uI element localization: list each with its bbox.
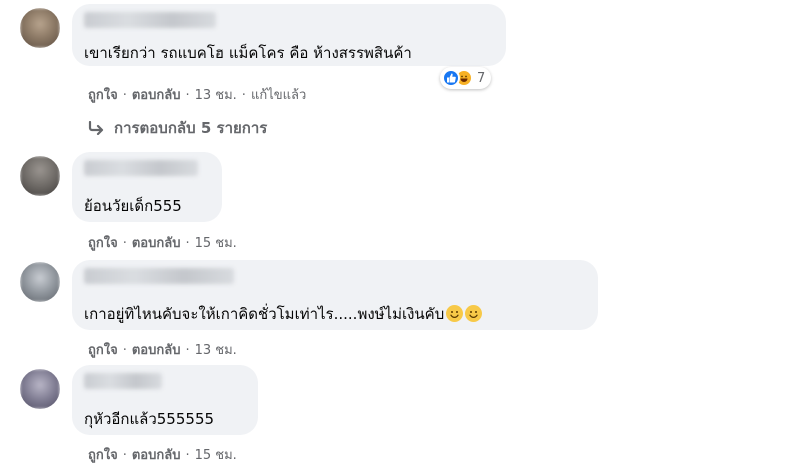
separator-dot: · [185,236,190,251]
reaction-count: 7 [477,70,486,86]
comments-section: เขาเรียกว่า รถแบคโฮ แม็คโคร คือ ห้างสรรพ… [0,0,800,464]
separator-dot: · [185,343,190,358]
timestamp[interactable]: 13 ชม. [195,343,237,358]
timestamp[interactable]: 15 ชม. [195,236,237,251]
separator-dot: · [122,448,127,463]
author-name-redacted[interactable] [84,160,198,176]
reply-link[interactable]: ตอบกลับ [132,88,181,103]
reply-link[interactable]: ตอบกลับ [132,236,181,251]
separator-dot: · [185,88,190,103]
reply-link[interactable]: ตอบกลับ [132,343,181,358]
reply-link[interactable]: ตอบกลับ [132,448,181,463]
like-link[interactable]: ถูกใจ [88,88,118,103]
edited-label: แก้ไขแล้ว [250,88,307,103]
like-link[interactable]: ถูกใจ [88,343,118,358]
comment-text: ย้อนวัยเด็ก555 [84,197,182,215]
separator-dot: · [241,88,246,103]
comment-actions: ถูกใจ · ตอบกลับ · 13 ชม. · แก้ไขแล้ว [88,84,306,105]
timestamp[interactable]: 15 ชม. [195,448,237,463]
comment-actions: ถูกใจ · ตอบกลับ · 13 ชม. [88,339,237,360]
avatar[interactable] [20,262,60,302]
comment-text: เกาอยู่ทิไหนคับจะให้เกาคิดชั่วโมเท่าไร..… [84,302,483,326]
comment-text: กุหัวอีกแล้ว555555 [84,410,215,428]
like-icon [442,69,460,87]
author-name-redacted[interactable] [84,268,234,284]
replies-label: การตอบกลับ 5 รายการ [114,119,268,137]
view-replies-link[interactable]: การตอบกลับ 5 รายการ [88,116,267,140]
comment-bubble: กุหัวอีกแล้ว555555 [72,365,258,435]
avatar[interactable] [20,156,60,196]
author-name-redacted[interactable] [84,12,216,28]
separator-dot: · [122,88,127,103]
comment-text: เขาเรียกว่า รถแบคโฮ แม็คโคร คือ ห้างสรรพ… [84,44,412,62]
comment-actions: ถูกใจ · ตอบกลับ · 15 ชม. [88,232,237,253]
comment-bubble: เกาอยู่ทิไหนคับจะให้เกาคิดชั่วโมเท่าไร..… [72,260,598,330]
separator-dot: · [122,236,127,251]
comment-body: เกาอยู่ทิไหนคับจะให้เกาคิดชั่วโมเท่าไร..… [84,305,445,323]
author-name-redacted[interactable] [84,373,162,389]
smile-emoji-icon [465,305,483,322]
avatar[interactable] [20,8,60,48]
separator-dot: · [122,343,127,358]
avatar[interactable] [20,369,60,409]
timestamp[interactable]: 13 ชม. [195,88,237,103]
like-link[interactable]: ถูกใจ [88,236,118,251]
separator-dot: · [185,448,190,463]
comment-bubble: เขาเรียกว่า รถแบคโฮ แม็คโคร คือ ห้างสรรพ… [72,4,506,66]
smile-emoji-icon [446,305,464,322]
reply-arrow-icon [88,121,104,135]
comment-actions: ถูกใจ · ตอบกลับ · 15 ชม. [88,444,237,464]
comment-bubble: ย้อนวัยเด็ก555 [72,152,222,222]
reaction-summary[interactable]: 7 [440,67,492,89]
like-link[interactable]: ถูกใจ [88,448,118,463]
